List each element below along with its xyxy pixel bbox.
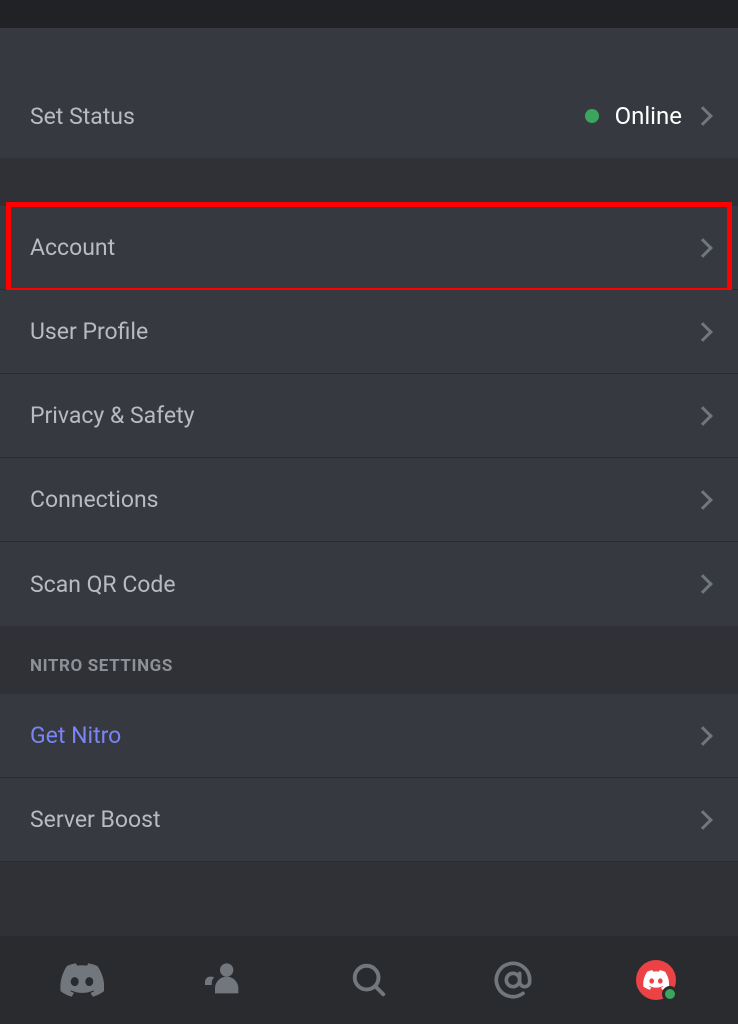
- settings-label: Get Nitro: [30, 722, 121, 749]
- settings-row-account[interactable]: Account: [0, 206, 738, 290]
- status-value: Online: [615, 102, 682, 130]
- section-gap: [0, 158, 738, 206]
- settings-label: Server Boost: [30, 806, 161, 833]
- nav-friends[interactable]: [195, 950, 255, 1010]
- nav-profile[interactable]: [626, 950, 686, 1010]
- discord-logo-icon: [60, 963, 104, 997]
- settings-label: Account: [30, 234, 115, 261]
- settings-row-scan-qr[interactable]: Scan QR Code: [0, 542, 738, 626]
- chevron-right-icon: [693, 490, 713, 510]
- chevron-right-icon: [693, 810, 713, 830]
- chevron-right-icon: [693, 238, 713, 258]
- chevron-right-icon: [693, 406, 713, 426]
- nav-search[interactable]: [339, 950, 399, 1010]
- settings-label: User Profile: [30, 318, 148, 345]
- settings-row-server-boost[interactable]: Server Boost: [0, 778, 738, 862]
- online-status-badge-icon: [662, 986, 678, 1002]
- settings-scroll[interactable]: Set Status Online Account User Profile P…: [0, 28, 738, 936]
- chevron-right-icon: [693, 106, 713, 126]
- set-status-row[interactable]: Set Status Online: [0, 74, 738, 158]
- nav-home[interactable]: [52, 950, 112, 1010]
- profile-avatar-wrap: [636, 960, 676, 1000]
- system-statusbar: [0, 0, 738, 28]
- bottom-navigation: [0, 936, 738, 1024]
- settings-row-get-nitro[interactable]: Get Nitro: [0, 694, 738, 778]
- online-status-dot-icon: [585, 109, 599, 123]
- set-status-label: Set Status: [30, 103, 135, 130]
- chevron-right-icon: [693, 726, 713, 746]
- friends-icon: [205, 960, 245, 1000]
- top-spacer: [0, 28, 738, 74]
- settings-label: Privacy & Safety: [30, 402, 195, 429]
- settings-label: Connections: [30, 486, 159, 513]
- settings-row-connections[interactable]: Connections: [0, 458, 738, 542]
- settings-row-user-profile[interactable]: User Profile: [0, 290, 738, 374]
- nitro-section-header: NITRO SETTINGS: [0, 626, 738, 694]
- settings-row-privacy[interactable]: Privacy & Safety: [0, 374, 738, 458]
- chevron-right-icon: [693, 322, 713, 342]
- chevron-right-icon: [693, 574, 713, 594]
- nav-mentions[interactable]: [483, 950, 543, 1010]
- mentions-icon: [493, 960, 533, 1000]
- search-icon: [350, 961, 388, 999]
- settings-label: Scan QR Code: [30, 571, 176, 598]
